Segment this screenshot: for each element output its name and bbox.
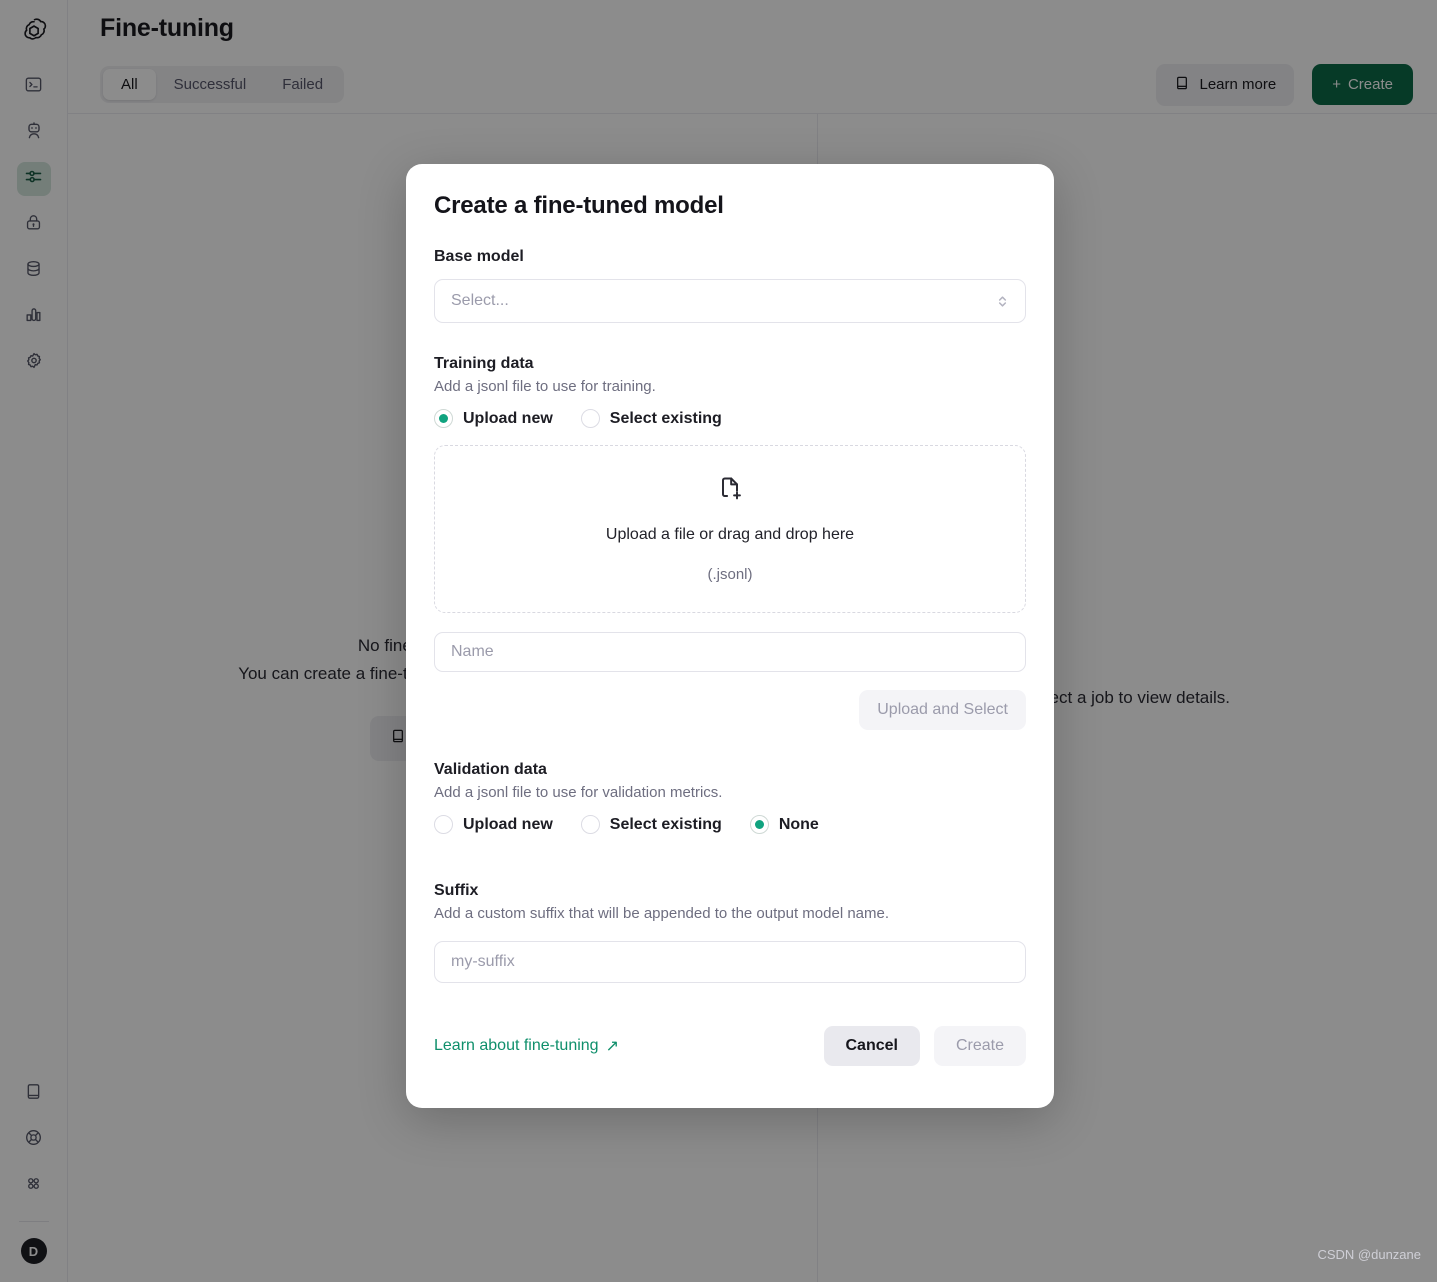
radio-icon [580, 815, 600, 834]
suffix-placeholder: my-suffix [451, 953, 515, 970]
suffix-label: Suffix [434, 882, 479, 899]
external-link-arrow-icon: ↗ [605, 1038, 619, 1055]
screen: D Fine-tuning All Successful Failed Lear… [0, 0, 1437, 1282]
base-model-selected-value: Select... [451, 292, 509, 309]
dialog-footer: Learn about fine-tuning ↗ Cancel Create [434, 1026, 1026, 1066]
suffix-input[interactable]: my-suffix [434, 941, 1026, 983]
radio-icon [580, 409, 600, 428]
file-plus-icon [716, 475, 744, 508]
validation-select-existing-option[interactable]: Select existing [580, 815, 722, 834]
training-file-dropzone[interactable]: Upload a file or drag and drop here (.js… [434, 445, 1026, 613]
learn-link-label: Learn about fine-tuning [434, 1037, 599, 1054]
cancel-button[interactable]: Cancel [823, 1026, 920, 1066]
validation-data-section: Validation data Add a jsonl file to use … [434, 761, 1026, 834]
training-file-name-placeholder: Name [451, 643, 494, 660]
training-data-radio-group: Upload new Select existing [434, 409, 1026, 428]
validation-data-radio-group: Upload new Select existing None [434, 815, 1026, 834]
validation-data-help: Add a jsonl file to use for validation m… [434, 784, 723, 801]
training-file-name-input[interactable]: Name [434, 632, 1026, 672]
training-select-existing-option[interactable]: Select existing [580, 409, 722, 428]
training-data-help: Add a jsonl file to use for training. [434, 378, 656, 395]
chevron-updown-icon [996, 293, 1009, 310]
validation-upload-new-option[interactable]: Upload new [434, 815, 553, 834]
watermark: CSDN @dunzane [1317, 1247, 1421, 1262]
training-data-section: Training data Add a jsonl file to use fo… [434, 355, 1026, 730]
dialog-create-button[interactable]: Create [933, 1026, 1026, 1066]
dropzone-main-text: Upload a file or drag and drop here [605, 526, 855, 543]
dialog-actions: Cancel Create [823, 1026, 1026, 1066]
dialog-title: Create a fine-tuned model [434, 192, 724, 219]
base-model-select[interactable]: Select... [434, 279, 1026, 323]
dropzone-file-type: (.jsonl) [707, 566, 753, 583]
training-upload-new-option[interactable]: Upload new [434, 409, 553, 428]
validation-data-label: Validation data [434, 761, 547, 778]
base-model-label: Base model [434, 248, 524, 265]
upload-select-row: Upload and Select [434, 690, 1026, 730]
training-data-label: Training data [434, 355, 534, 372]
learn-about-fine-tuning-link[interactable]: Learn about fine-tuning ↗ [434, 1036, 619, 1056]
create-fine-tuned-model-dialog: Create a fine-tuned model Base model Sel… [406, 164, 1054, 1108]
validation-select-existing-label: Select existing [609, 815, 722, 833]
suffix-section: Suffix Add a custom suffix that will be … [434, 882, 1026, 983]
radio-icon [749, 815, 769, 834]
training-upload-new-label: Upload new [463, 409, 553, 427]
radio-icon [434, 815, 453, 834]
upload-and-select-button[interactable]: Upload and Select [859, 690, 1026, 730]
validation-upload-new-label: Upload new [463, 815, 553, 833]
training-select-existing-label: Select existing [609, 409, 722, 427]
validation-none-option[interactable]: None [749, 815, 819, 834]
validation-none-label: None [778, 815, 819, 833]
suffix-help: Add a custom suffix that will be appende… [434, 905, 890, 922]
base-model-field: Base model Select... [434, 248, 1026, 323]
radio-icon [434, 409, 453, 428]
